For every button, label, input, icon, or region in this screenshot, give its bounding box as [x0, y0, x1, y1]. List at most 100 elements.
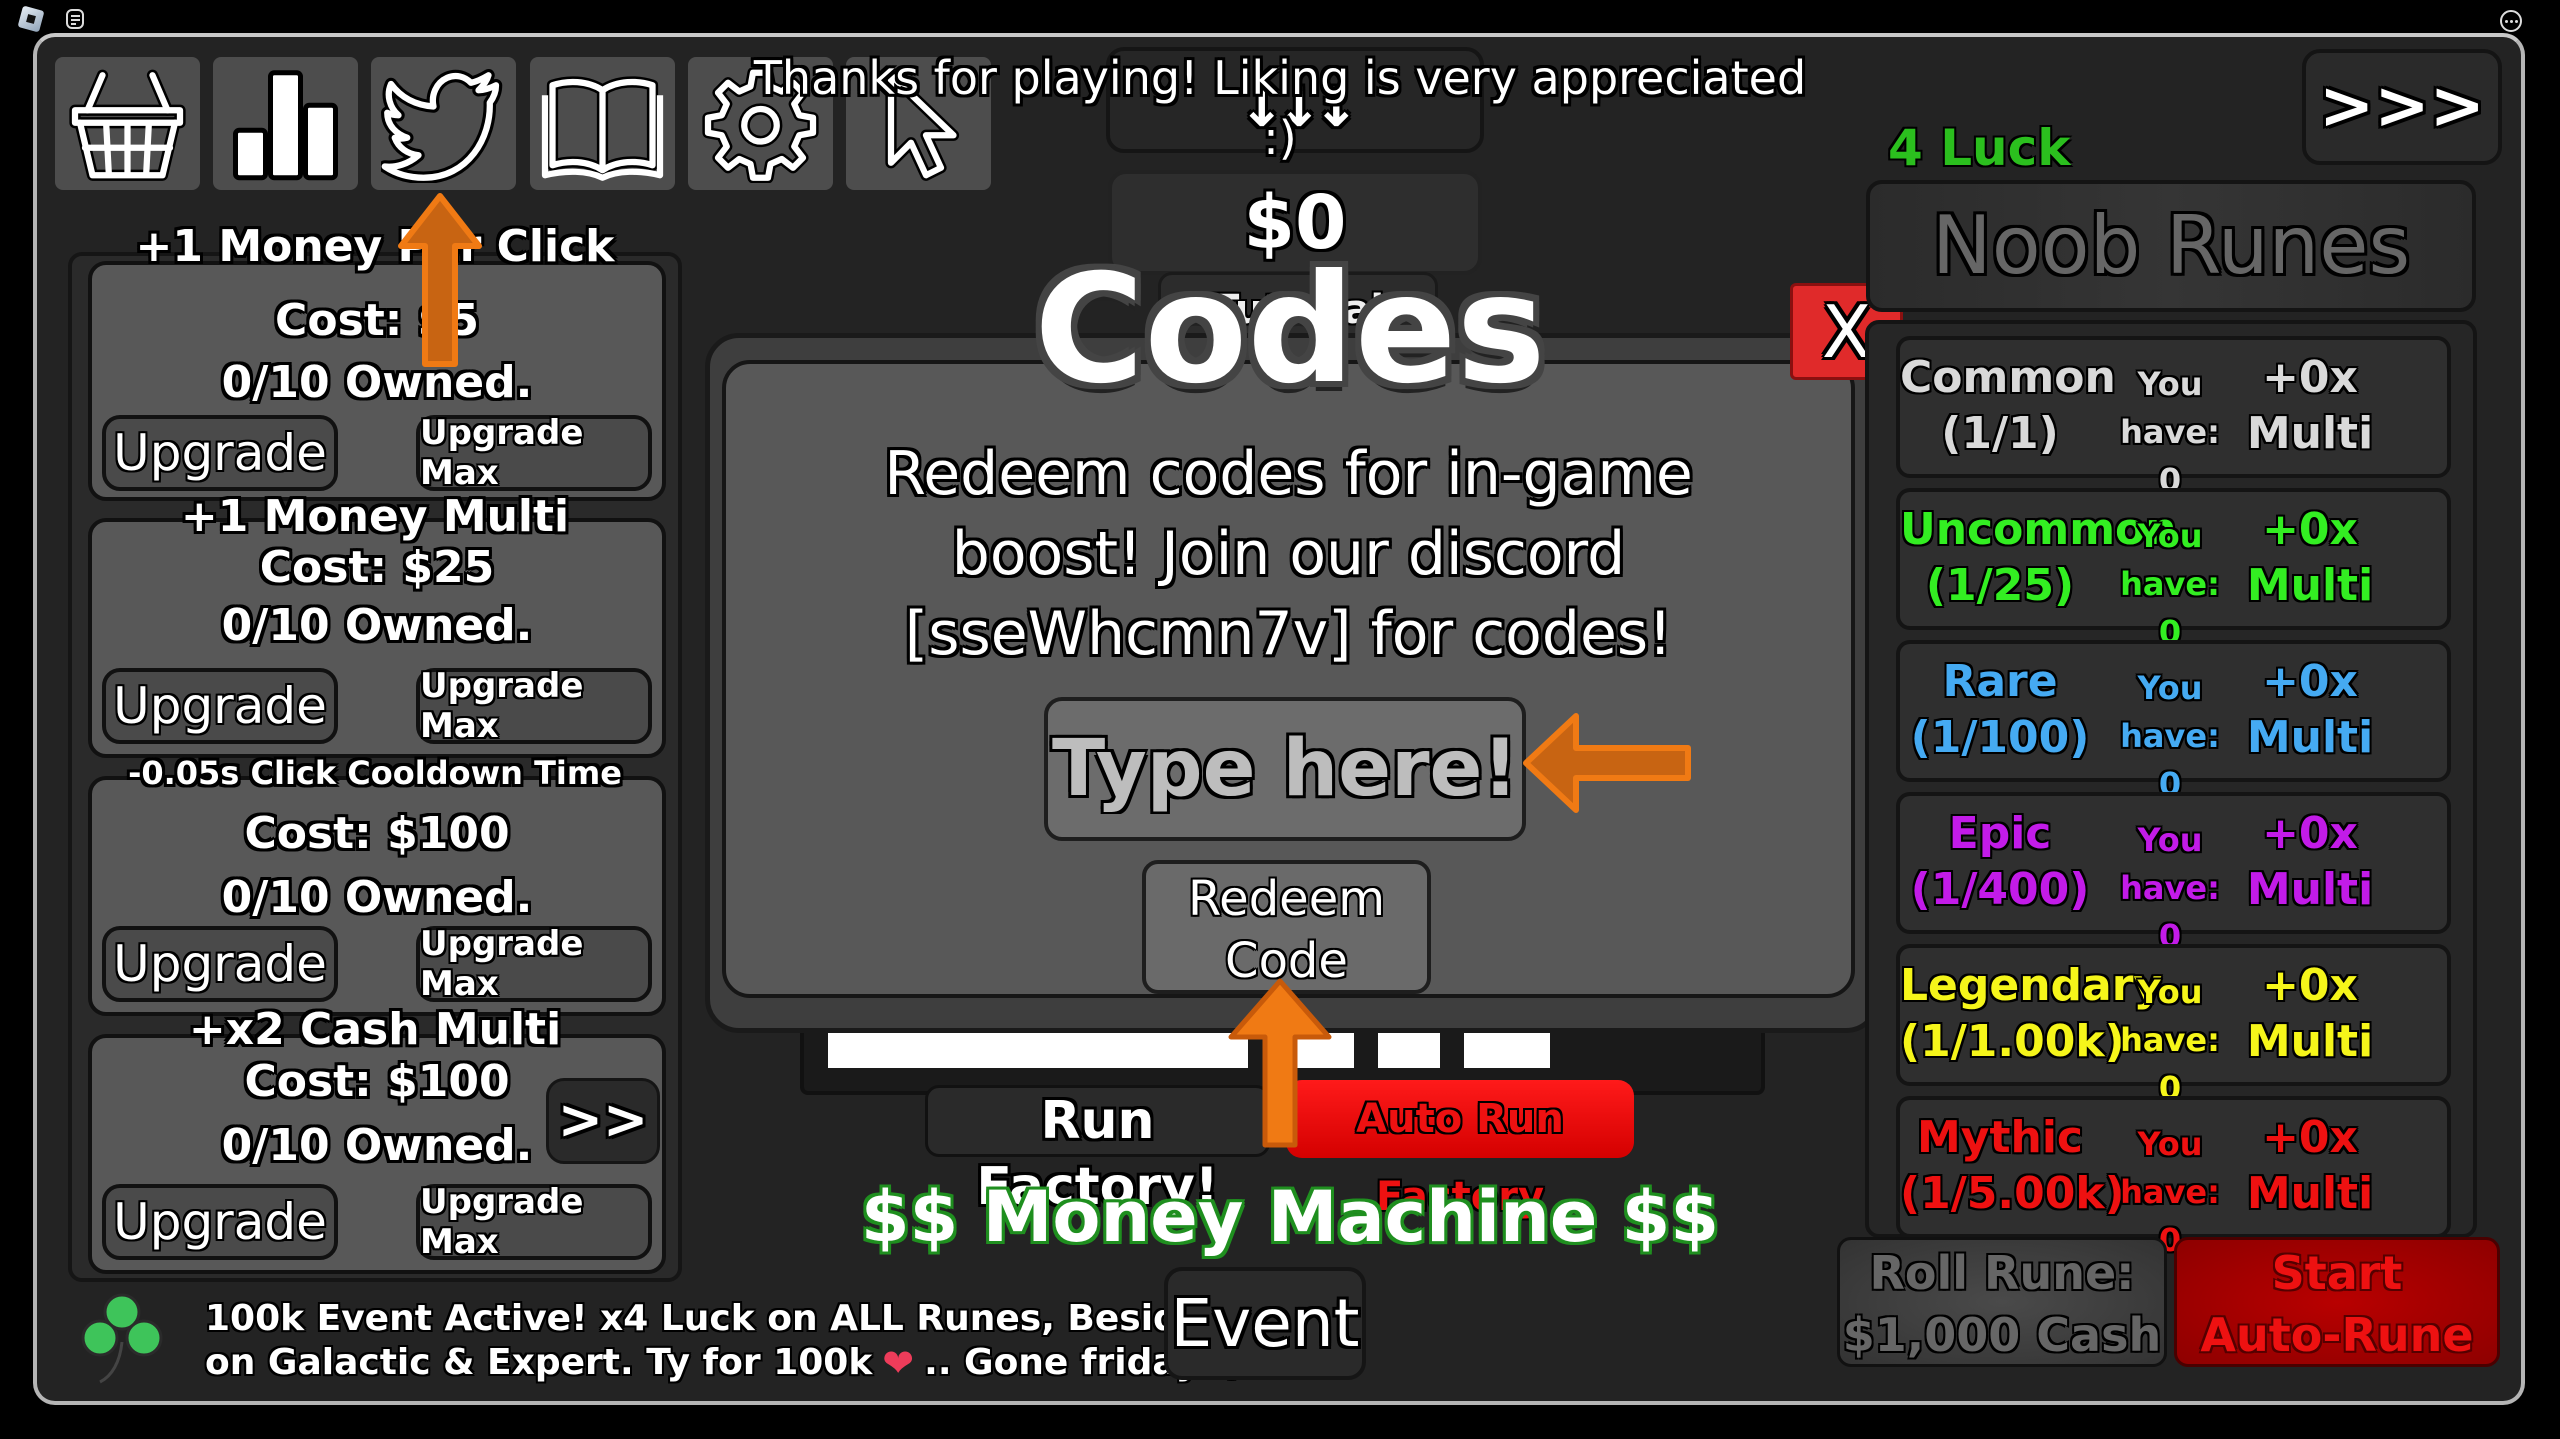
event-button[interactable]: Event	[1164, 1267, 1366, 1380]
rune-header-title: Noob Runes	[1931, 199, 2411, 292]
rune-multiplier: +0x Multi	[2235, 806, 2385, 918]
rune-owned: You have: 0	[2105, 512, 2235, 656]
upgrade-button[interactable]: Upgrade	[102, 926, 338, 1002]
rune-list: Common (1/1) You have: 0 +0x Multi Uncommon (1/…	[1865, 320, 2477, 1259]
shop-next-page-button[interactable]: >>	[546, 1078, 660, 1164]
rune-multi-label: Multi	[2246, 712, 2374, 763]
upgrade-shop-panel: Cost: $5 0/10 Owned. Upgrade Upgrade Max…	[68, 221, 682, 1282]
rune-multi-value: +0x	[2262, 352, 2358, 403]
input-pointer-arrow-icon	[1523, 713, 1691, 813]
upgrade-card: Cost: $5 0/10 Owned. Upgrade Upgrade Max	[88, 261, 666, 501]
roll-rune-button[interactable]: Roll Rune: $1,000 Cash	[1837, 1237, 2167, 1367]
upgrade-max-button[interactable]: Upgrade Max	[416, 1182, 652, 1262]
code-input[interactable]	[1044, 697, 1526, 841]
rune-name-label: Legendary	[1900, 960, 2163, 1011]
rune-chance: (1/5.00k)	[1900, 1168, 2125, 1219]
upgrade-button[interactable]: Upgrade	[102, 1184, 338, 1260]
rune-chance: (1/1.00k)	[1900, 1016, 2125, 1067]
run-factory-button[interactable]: Run Factory!	[925, 1085, 1270, 1217]
chat-icon[interactable]	[66, 9, 84, 29]
more-options-icon[interactable]	[2500, 10, 2522, 32]
rune-row-uncommon: Uncommon (1/25) You have: 0 +0x Multi	[1896, 488, 2451, 651]
codes-title: Codes	[1034, 243, 1546, 417]
upgrade-max-button[interactable]: Upgrade Max	[416, 666, 652, 746]
bar-chart-icon	[233, 69, 338, 180]
rune-header: Noob Runes	[1866, 180, 2476, 312]
upgrade-cost: Cost: $100	[244, 808, 510, 859]
rune-multiplier: +0x Multi	[2235, 958, 2385, 1070]
rune-multi-value: +0x	[2262, 960, 2358, 1011]
rune-name: Legendary (1/1.00k)	[1900, 958, 2163, 1070]
rune-name: Epic (1/400)	[1900, 806, 2100, 918]
rune-row-common: Common (1/1) You have: 0 +0x Multi	[1896, 336, 2451, 499]
rune-have-label: You	[2137, 973, 2203, 1011]
rune-have-label: You	[2137, 1125, 2203, 1163]
upgrade-card: Cost: $100 0/10 Owned. Upgrade Upgrade M…	[88, 776, 666, 1016]
leaderboard-button[interactable]	[213, 57, 358, 190]
rune-name: Common (1/1)	[1900, 350, 2116, 462]
rune-name-label: Epic	[1948, 808, 2052, 859]
codes-description-line: Redeem codes for in-game	[884, 439, 1693, 509]
rune-chance: (1/25)	[1925, 560, 2075, 611]
upgrade-max-button[interactable]: Upgrade Max	[416, 413, 652, 493]
upgrade-owned: 0/10 Owned.	[221, 872, 533, 923]
roblox-logo-icon[interactable]	[17, 5, 45, 33]
rune-name: Uncommon (1/25)	[1900, 502, 2177, 614]
shop-button[interactable]	[55, 57, 200, 190]
rune-owned: You have: 0	[2105, 360, 2235, 504]
start-auto-rune-button[interactable]: Start Auto-Rune	[2174, 1237, 2500, 1367]
rune-name: Rare (1/100)	[1900, 654, 2100, 766]
runes-next-button[interactable]: >>>	[2302, 49, 2502, 165]
upgrade-cost: Cost: $5	[275, 295, 479, 346]
rune-have-label: You	[2137, 821, 2203, 859]
rune-multi-label: Multi	[2246, 560, 2374, 611]
rune-name-label: Uncommon	[1900, 504, 2177, 555]
guide-button[interactable]	[530, 57, 675, 190]
upgrade-max-button[interactable]: Upgrade Max	[416, 924, 652, 1004]
money-machine-title: $$ Money Machine $$	[860, 1176, 1720, 1258]
rune-row-epic: Epic (1/400) You have: 0 +0x Multi	[1896, 792, 2451, 955]
rune-owned: You have: 0	[2105, 816, 2235, 960]
codes-description-line: [sseWhcmn7v] for codes!	[904, 599, 1673, 669]
heart-icon: ❤	[882, 1341, 915, 1385]
rune-multi-value: +0x	[2262, 1112, 2358, 1163]
rune-chance: (1/100)	[1910, 712, 2090, 763]
shopping-basket-icon	[69, 69, 186, 181]
upgrade-cost: Cost: $25	[259, 542, 495, 593]
codes-modal-body: Redeem codes for in-game boost! Join our…	[722, 360, 1855, 998]
auto-run-factory-button[interactable]: Auto Run Factory	[1286, 1080, 1634, 1220]
rune-multi-label: Multi	[2246, 864, 2374, 915]
codes-description-line: boost! Join our discord	[951, 519, 1626, 589]
upgrade-title: +1 Money Multi	[180, 491, 570, 542]
rune-row-mythic: Mythic (1/5.00k) You have: 0 +0x Multi	[1896, 1096, 2451, 1259]
rune-multi-value: +0x	[2262, 808, 2358, 859]
rune-chance: (1/1)	[1941, 408, 2059, 459]
redeem-code-button[interactable]: Redeem Code	[1142, 860, 1431, 994]
event-text-line: 100k Event Active! x4 Luck on ALL Runes,…	[205, 1298, 1286, 1339]
rune-have-label: You	[2137, 365, 2203, 403]
rune-chance: (1/400)	[1910, 864, 2090, 915]
upgrade-title: -0.05s Click Cooldown Time	[128, 754, 622, 792]
rune-name-label: Common	[1900, 352, 2116, 403]
clover-icon	[81, 1293, 163, 1384]
rune-row-legendary: Legendary (1/1.00k) You have: 0 +0x Multi	[1896, 944, 2451, 1107]
rune-row-rare: Rare (1/100) You have: 0 +0x Multi	[1896, 640, 2451, 803]
rune-have-label: You	[2137, 517, 2203, 555]
codes-modal: Redeem codes for in-game boost! Join our…	[705, 333, 1880, 1033]
rune-multi-value: +0x	[2262, 504, 2358, 555]
upgrade-button[interactable]: Upgrade	[102, 668, 338, 744]
rune-multi-value: +0x	[2262, 656, 2358, 707]
twitter-button[interactable]	[371, 57, 516, 190]
upgrade-owned: 0/10 Owned.	[221, 600, 533, 651]
event-text-line-2: on Galactic & Expert. Ty for 100k ❤ .. G…	[205, 1341, 1243, 1385]
rune-multi-label: Multi	[2246, 1168, 2374, 1219]
rune-have-label: You	[2137, 669, 2203, 707]
tutorial-arrow-icon	[398, 193, 482, 367]
upgrade-title: +x2 Cash Multi	[188, 1004, 562, 1055]
rune-owned: You have: 0	[2105, 664, 2235, 808]
rune-name: Mythic (1/5.00k)	[1900, 1110, 2125, 1222]
rune-multiplier: +0x Multi	[2235, 350, 2385, 462]
open-book-icon	[541, 75, 664, 181]
upgrade-button[interactable]: Upgrade	[102, 415, 338, 491]
upgrade-title: +1 Money Per Click	[135, 221, 615, 272]
